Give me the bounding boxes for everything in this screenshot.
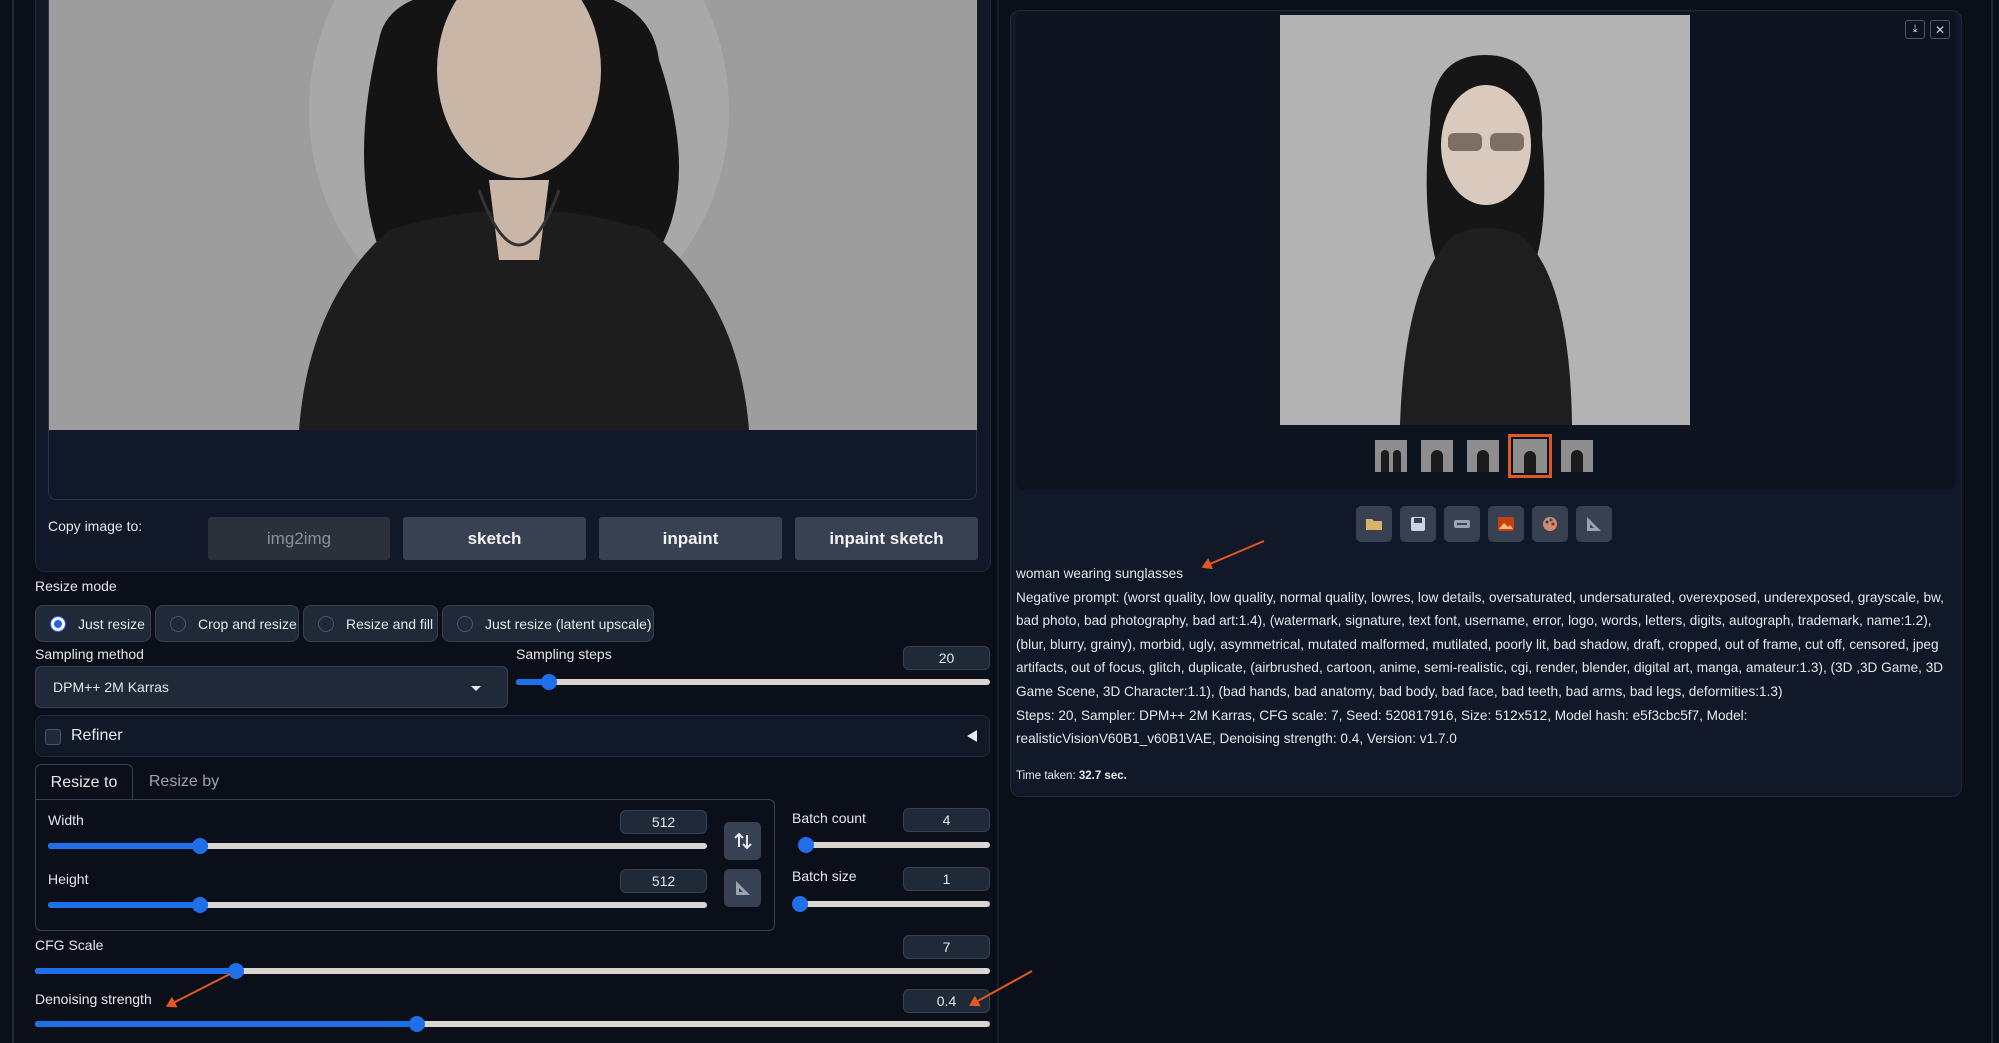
palette-icon [1543, 517, 1557, 531]
resize-mode-just-resize[interactable]: Just resize [35, 605, 151, 642]
height-label: Height [48, 871, 89, 887]
thumbnail-3[interactable] [1467, 440, 1499, 472]
tab-resize-by[interactable]: Resize by [135, 764, 233, 800]
height-slider[interactable] [48, 897, 707, 913]
folder-button[interactable] [1356, 506, 1392, 542]
zip-icon [1454, 520, 1470, 528]
generation-params-text: Steps: 20, Sampler: DPM++ 2M Karras, CFG… [1016, 707, 1748, 747]
thumbnail-strip [1375, 434, 1593, 478]
send-to-img2img-button[interactable] [1488, 506, 1524, 542]
resize-mode-resize-and-fill[interactable]: Resize and fill [303, 605, 438, 642]
time-taken: Time taken: 32.7 sec. [1016, 770, 1127, 782]
zip-button[interactable] [1444, 506, 1480, 542]
thumbnail-1[interactable] [1375, 440, 1407, 472]
batch-count-label: Batch count [792, 810, 866, 826]
sampling-method-value: DPM++ 2M Karras [53, 679, 169, 695]
resize-mode-crop-and-resize[interactable]: Crop and resize [155, 605, 299, 642]
resize-mode-latent-upscale[interactable]: Just resize (latent upscale) [442, 605, 654, 642]
chevron-down-icon [471, 686, 481, 691]
image-icon [1498, 517, 1514, 531]
source-portrait-photo [49, 0, 977, 430]
negative-prompt-text: Negative prompt: (worst quality, low qua… [1016, 589, 1944, 699]
ruler-triangle-icon [735, 881, 750, 895]
time-taken-label: Time taken: [1016, 770, 1076, 782]
send-to-inpaint-button[interactable] [1532, 506, 1568, 542]
cfg-scale-label: CFG Scale [35, 937, 104, 953]
output-portrait-photo [1280, 15, 1690, 425]
folder-icon [1366, 519, 1382, 530]
copy-to-sketch-button[interactable]: sketch [403, 517, 586, 560]
batch-count-input[interactable]: 4 [903, 808, 990, 832]
width-input[interactable]: 512 [620, 810, 707, 834]
sampling-steps-label: Sampling steps [516, 646, 612, 662]
batch-count-slider[interactable] [797, 837, 990, 853]
denoising-strength-label: Denoising strength [35, 991, 152, 1007]
cfg-scale-input[interactable]: 7 [903, 935, 990, 959]
radio-selected-icon [50, 615, 66, 632]
width-label: Width [48, 812, 84, 828]
sampling-method-label: Sampling method [35, 646, 144, 662]
copy-to-inpaint-button[interactable]: inpaint [599, 517, 782, 560]
left-edge-line [12, 0, 14, 1043]
batch-size-slider[interactable] [792, 896, 990, 912]
source-image[interactable] [49, 0, 977, 430]
annotation-arrow-denoising-value [970, 970, 1033, 1006]
annotation-arrow-denoising-label [167, 973, 231, 1007]
copy-image-to-label: Copy image to: [48, 518, 143, 534]
send-to-extras-button[interactable] [1576, 506, 1612, 542]
detect-size-button[interactable] [724, 869, 761, 907]
batch-size-label: Batch size [792, 868, 857, 884]
generation-info: woman wearing sunglasses Negative prompt… [1016, 562, 1946, 751]
refiner-checkbox[interactable] [45, 729, 61, 745]
time-taken-value: 32.7 sec. [1078, 770, 1127, 782]
download-icon[interactable]: ⤓ [1905, 20, 1925, 39]
ruler-icon [1587, 517, 1601, 531]
sampling-steps-slider[interactable] [516, 674, 990, 690]
resize-mode-label: Resize mode [35, 578, 117, 594]
save-button[interactable] [1400, 506, 1436, 542]
save-icon [1411, 517, 1425, 531]
denoising-strength-slider[interactable] [35, 1016, 990, 1032]
refiner-label: Refiner [71, 727, 123, 744]
refiner-accordion[interactable]: Refiner [35, 715, 990, 757]
width-slider[interactable] [48, 838, 707, 854]
height-input[interactable]: 512 [620, 869, 707, 893]
right-edge-line [1991, 0, 1993, 1043]
thumbnail-2[interactable] [1421, 440, 1453, 472]
tab-resize-to[interactable]: Resize to [35, 764, 133, 800]
copy-to-img2img-button[interactable]: img2img [208, 517, 390, 560]
copy-to-inpaint-sketch-button[interactable]: inpaint sketch [795, 517, 978, 560]
collapse-triangle-icon[interactable] [967, 730, 977, 742]
thumbnail-5[interactable] [1561, 440, 1593, 472]
batch-size-input[interactable]: 1 [903, 867, 990, 891]
cfg-scale-slider[interactable] [35, 963, 990, 979]
output-image[interactable] [1280, 15, 1690, 425]
swap-dimensions-button[interactable] [724, 822, 761, 860]
sampling-steps-input[interactable]: 20 [903, 646, 990, 670]
column-divider [997, 0, 999, 1043]
close-icon[interactable]: ✕ [1930, 20, 1950, 39]
radio-icon [170, 615, 186, 632]
thumbnail-4-selected[interactable] [1508, 434, 1552, 478]
image-canvas-frame [48, 0, 977, 500]
radio-icon [457, 615, 473, 632]
swap-arrows-icon [733, 832, 752, 850]
prompt-text: woman wearing sunglasses [1016, 566, 1183, 581]
output-toolbar [1356, 506, 1612, 542]
radio-icon [318, 615, 334, 632]
sampling-method-dropdown[interactable]: DPM++ 2M Karras [35, 666, 508, 708]
